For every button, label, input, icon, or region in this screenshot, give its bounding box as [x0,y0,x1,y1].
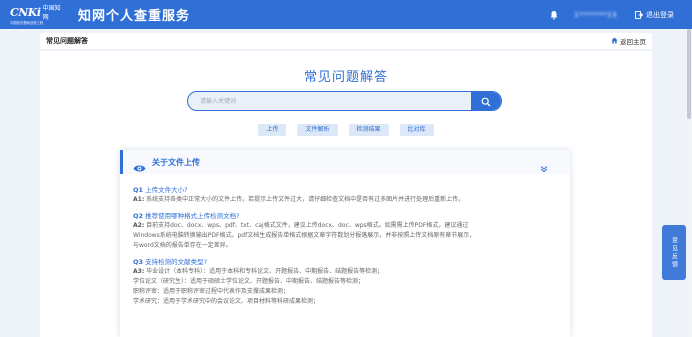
faq-answer: A2: 目前支持doc、docx、wps、pdf、txt、caj格式文件，建议上… [133,222,469,229]
sub-header: 常见问题解答 返回主页 [40,33,652,49]
scrollbar-thumb[interactable] [687,29,691,119]
faq-section-title: 关于文件上传 [152,157,200,167]
home-label: 返回主页 [620,38,646,46]
user-id[interactable]: 1*******13 [574,11,617,19]
logo-subtitle: 中国知识基础设施工程 [10,21,43,25]
faq-answer-line: 与word文档的报告单存在一定差异。 [133,242,232,249]
faq-answer: A1: 系统支持各类中正常大小的文件上传。若提示上传文件过大，请仔细检查文档中是… [133,196,465,203]
faq-answer: A3: 毕业设计（本科专科）：适用于本科和专科论文、开题报告、中期报告、结题报告… [133,268,384,275]
search-input[interactable] [188,92,473,110]
top-bar: CNKi 中国知网 中国知识基础设施工程 知网个人查重服务 1*******13… [0,0,692,29]
faq-answer-line: 职称评审：适用于职称评审过程中代表作及支撑成果检测； [133,288,290,295]
faq-question[interactable]: Q3 支持检测的文献类型? [133,257,557,267]
search-icon [481,92,491,110]
search-bar [187,91,502,111]
eye-icon [133,158,146,171]
home-link[interactable]: 返回主页 [611,36,646,46]
logout-icon [635,10,644,19]
faq-panel: 关于文件上传 Q1 上传文件大小? A1: 系统支持各类中正常大小的文件上传。若… [120,150,570,337]
tag-upload[interactable]: 上传 [258,124,287,136]
logout-button[interactable]: 退出登录 [635,10,674,20]
main-card: 常见问题解答 上传 文件解析 检测结果 比对库 关于文件上传 Q1 上传文件大小… [40,51,652,337]
bell-icon[interactable] [548,9,560,21]
cnki-logo[interactable]: CNKi 中国知网 中国知识基础设施工程 [10,5,66,25]
feedback-button[interactable]: 意见反馈 [662,225,686,280]
faq-item: Q1 上传文件大小? A1: 系统支持各类中正常大小的文件上传。若提示上传文件过… [133,185,557,205]
faq-item: Q2 推荐使用哪种格式上传检测文档? A2: 目前支持doc、docx、wps、… [133,211,557,251]
faq-list: Q1 上传文件大小? A1: 系统支持各类中正常大小的文件上传。若提示上传文件过… [120,174,570,307]
faq-question[interactable]: Q1 上传文件大小? [133,185,557,195]
search-button[interactable] [471,92,501,110]
tag-compare-db[interactable]: 比对库 [399,124,434,136]
faq-section-header[interactable]: 关于文件上传 [120,150,570,174]
tag-file-parse[interactable]: 文件解析 [297,124,338,136]
breadcrumb-title: 常见问题解答 [46,37,88,45]
faq-answer-line: 学位论文（研究生）：适用于硕硕士学位论文、开题报告、中期报告、结题报告等检测； [133,278,365,285]
page-title: 常见问题解答 [303,70,388,85]
chevron-down-icon[interactable] [540,158,548,173]
logout-label: 退出登录 [646,10,674,19]
quick-tags: 上传 文件解析 检测结果 比对库 [40,124,652,136]
faq-item: Q3 支持检测的文献类型? A3: 毕业设计（本科专科）：适用于本科和专科论文、… [133,257,557,307]
home-icon [611,36,618,46]
logo-cn: 中国知网 [42,5,61,21]
app-title: 知网个人查重服务 [78,9,191,24]
faq-answer-line: Windows系统电脑转换输出PDF格式。pdf文档生成报告单格式根据文章字符数… [133,232,476,239]
logo-text: CNKi [10,5,41,19]
faq-question[interactable]: Q2 推荐使用哪种格式上传检测文档? [133,211,557,221]
tag-results[interactable]: 检测结果 [348,124,389,136]
faq-answer-line: 学术研究：适用于学术研究中的会议论文、项目材料等科研成果检测； [133,298,320,305]
